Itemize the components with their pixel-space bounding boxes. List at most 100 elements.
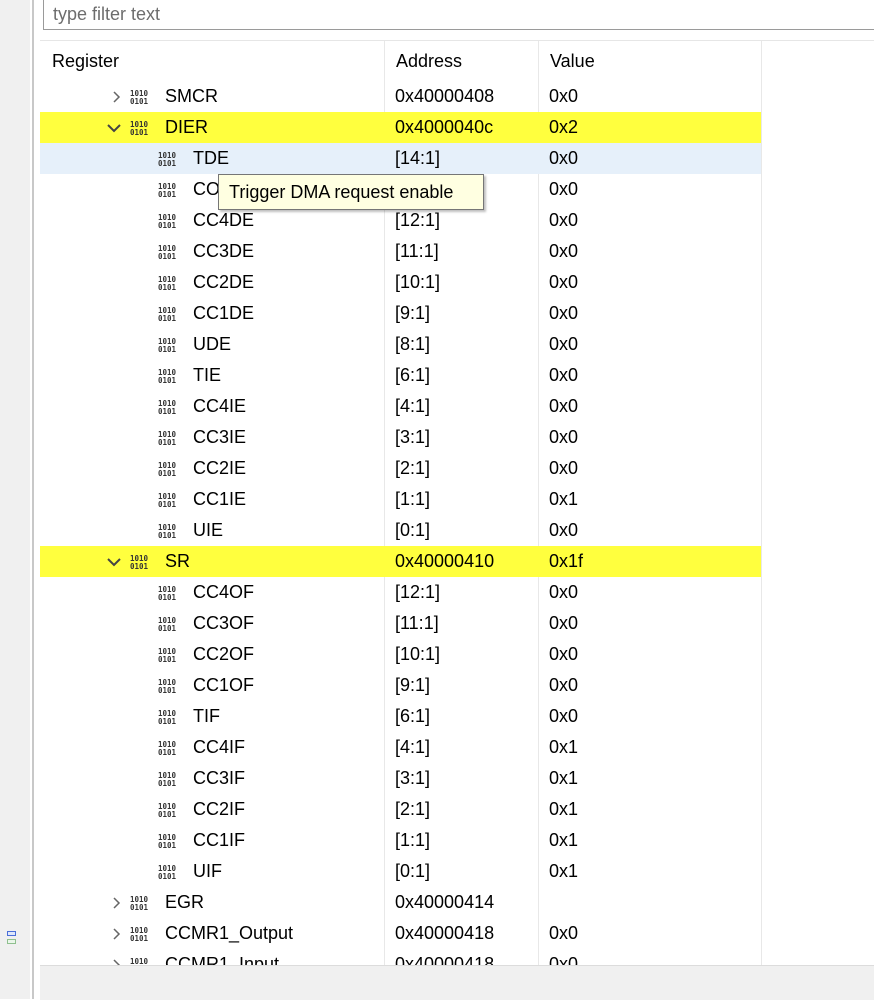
svg-text:0101: 0101 [158,810,177,818]
register-value[interactable]: 0x1 [549,794,578,825]
register-row[interactable]: 1010 0101 CC1IE [1:1] 0x1 [40,484,874,515]
register-value[interactable]: 0x0 [549,670,578,701]
svg-text:0101: 0101 [158,624,177,632]
register-value[interactable]: 0x0 [549,298,578,329]
register-value[interactable]: 0x1f [549,546,583,577]
register-value[interactable]: 0x1 [549,763,578,794]
register-value[interactable]: 0x0 [549,391,578,422]
tree-header: Register Address Value [40,41,874,81]
register-address: [3:1] [395,768,431,788]
register-value[interactable]: 0x0 [549,918,578,949]
register-row[interactable]: 1010 0101 CC1IF [1:1] 0x1 [40,825,874,856]
register-value[interactable]: 0x1 [549,825,578,856]
bitfield-icon: 1010 0101 [158,275,180,292]
register-address: [8:1] [395,334,431,354]
register-name: CC4IF [193,737,246,757]
chevron-right-icon[interactable] [110,81,124,112]
register-name: UIE [193,520,224,540]
register-value[interactable]: 0x0 [549,360,578,391]
register-value[interactable]: 0x0 [549,143,578,174]
svg-text:0101: 0101 [158,252,177,260]
register-value[interactable]: 0x0 [549,81,578,112]
register-row[interactable]: 1010 0101 CC2OF [10:1] 0x0 [40,639,874,670]
register-row[interactable]: 1010 0101 SR 0x40000410 0x1f [40,546,874,577]
register-address: [12:1] [395,582,441,602]
column-header-register[interactable]: Register [40,41,384,81]
register-name: CCMR1_Input [165,954,280,966]
svg-text:0101: 0101 [158,438,177,446]
register-row[interactable]: 1010 0101 TIF [6:1] 0x0 [40,701,874,732]
register-name: TIF [193,706,220,726]
register-name: CC1IF [193,830,246,850]
filter-box[interactable] [43,0,874,30]
register-value[interactable]: 0x0 [549,577,578,608]
register-row[interactable]: 1010 0101 CC4IE [4:1] 0x0 [40,391,874,422]
register-value[interactable]: 0x0 [549,639,578,670]
register-value[interactable]: 0x1 [549,856,578,887]
chevron-right-icon[interactable] [110,918,124,949]
svg-text:0101: 0101 [158,159,177,167]
register-row[interactable]: 1010 0101 TDE [14:1] 0x0 [40,143,874,174]
register-row[interactable]: 1010 0101 CCMR1_Output 0x40000418 0x0 [40,918,874,949]
register-row[interactable]: 1010 0101 CC4IF [4:1] 0x1 [40,732,874,763]
bitfield-icon: 1010 0101 [158,616,180,633]
register-value[interactable]: 0x0 [549,329,578,360]
chevron-down-icon[interactable] [107,546,121,577]
register-address: [6:1] [395,706,431,726]
register-value[interactable]: 0x0 [549,422,578,453]
register-value[interactable]: 0x0 [549,701,578,732]
register-row[interactable]: 1010 0101 CC2DE [10:1] 0x0 [40,267,874,298]
register-row[interactable]: 1010 0101 CC1DE [9:1] 0x0 [40,298,874,329]
register-row[interactable]: 1010 0101 UDE [8:1] 0x0 [40,329,874,360]
register-name: TIE [193,365,222,385]
filter-input[interactable] [44,0,874,28]
gutter-marker-icon [7,939,16,944]
svg-text:0101: 0101 [158,686,177,694]
svg-text:0101: 0101 [158,283,177,291]
register-name: EGR [165,892,205,912]
register-value[interactable]: 0x0 [549,205,578,236]
register-value[interactable]: 0x0 [549,267,578,298]
register-value[interactable]: 0x0 [549,453,578,484]
bitfield-icon: 1010 0101 [158,647,180,664]
register-value[interactable]: 0x0 [549,236,578,267]
register-row[interactable]: 1010 0101 CC3DE [11:1] 0x0 [40,236,874,267]
register-row[interactable]: 1010 0101 DIER 0x4000040c 0x2 [40,112,874,143]
column-header-address[interactable]: Address [384,41,538,81]
register-value[interactable]: 0x2 [549,112,578,143]
register-row[interactable]: 1010 0101 CC3IF [3:1] 0x1 [40,763,874,794]
left-border [32,0,34,999]
register-address: [9:1] [395,303,431,323]
register-address: [4:1] [395,396,431,416]
register-value[interactable]: 0x0 [549,608,578,639]
register-value[interactable]: 0x1 [549,732,578,763]
chevron-right-icon[interactable] [110,887,124,918]
register-row[interactable]: 1010 0101 EGR 0x40000414 [40,887,874,918]
register-value[interactable]: 0x0 [549,949,578,966]
register-row[interactable]: 1010 0101 UIE [0:1] 0x0 [40,515,874,546]
register-row[interactable]: 1010 0101 CC3IE [3:1] 0x0 [40,422,874,453]
chevron-right-icon[interactable] [110,949,124,966]
register-row[interactable]: 1010 0101 CC1OF [9:1] 0x0 [40,670,874,701]
bitfield-icon: 1010 0101 [158,864,180,881]
register-address: [4:1] [395,737,431,757]
register-row[interactable]: 1010 0101 CC4OF [12:1] 0x0 [40,577,874,608]
register-icon: 10100101 [130,89,152,106]
register-value[interactable]: 0x0 [549,515,578,546]
register-address: [10:1] [395,644,441,664]
register-value[interactable]: 0x1 [549,484,578,515]
register-icon: 10100101 [130,554,152,571]
bitfield-icon: 1010 0101 [158,771,180,788]
horizontal-scrollbar[interactable] [40,965,874,1000]
register-row[interactable]: 10100101CCMR1_Input0x400004180x0 [40,949,874,966]
register-row[interactable]: 1010 0101 CC2IE [2:1] 0x0 [40,453,874,484]
register-name: CC4OF [193,582,255,602]
register-value[interactable]: 0x0 [549,174,578,205]
chevron-down-icon[interactable] [107,112,121,143]
register-row[interactable]: 1010 0101 UIF [0:1] 0x1 [40,856,874,887]
register-row[interactable]: 1010 0101 TIE [6:1] 0x0 [40,360,874,391]
column-header-value[interactable]: Value [538,41,761,81]
register-row[interactable]: 1010 0101 CC2IF [2:1] 0x1 [40,794,874,825]
register-row[interactable]: 1010 0101 CC3OF [11:1] 0x0 [40,608,874,639]
register-row[interactable]: 1010 0101 SMCR 0x40000408 0x0 [40,81,874,112]
